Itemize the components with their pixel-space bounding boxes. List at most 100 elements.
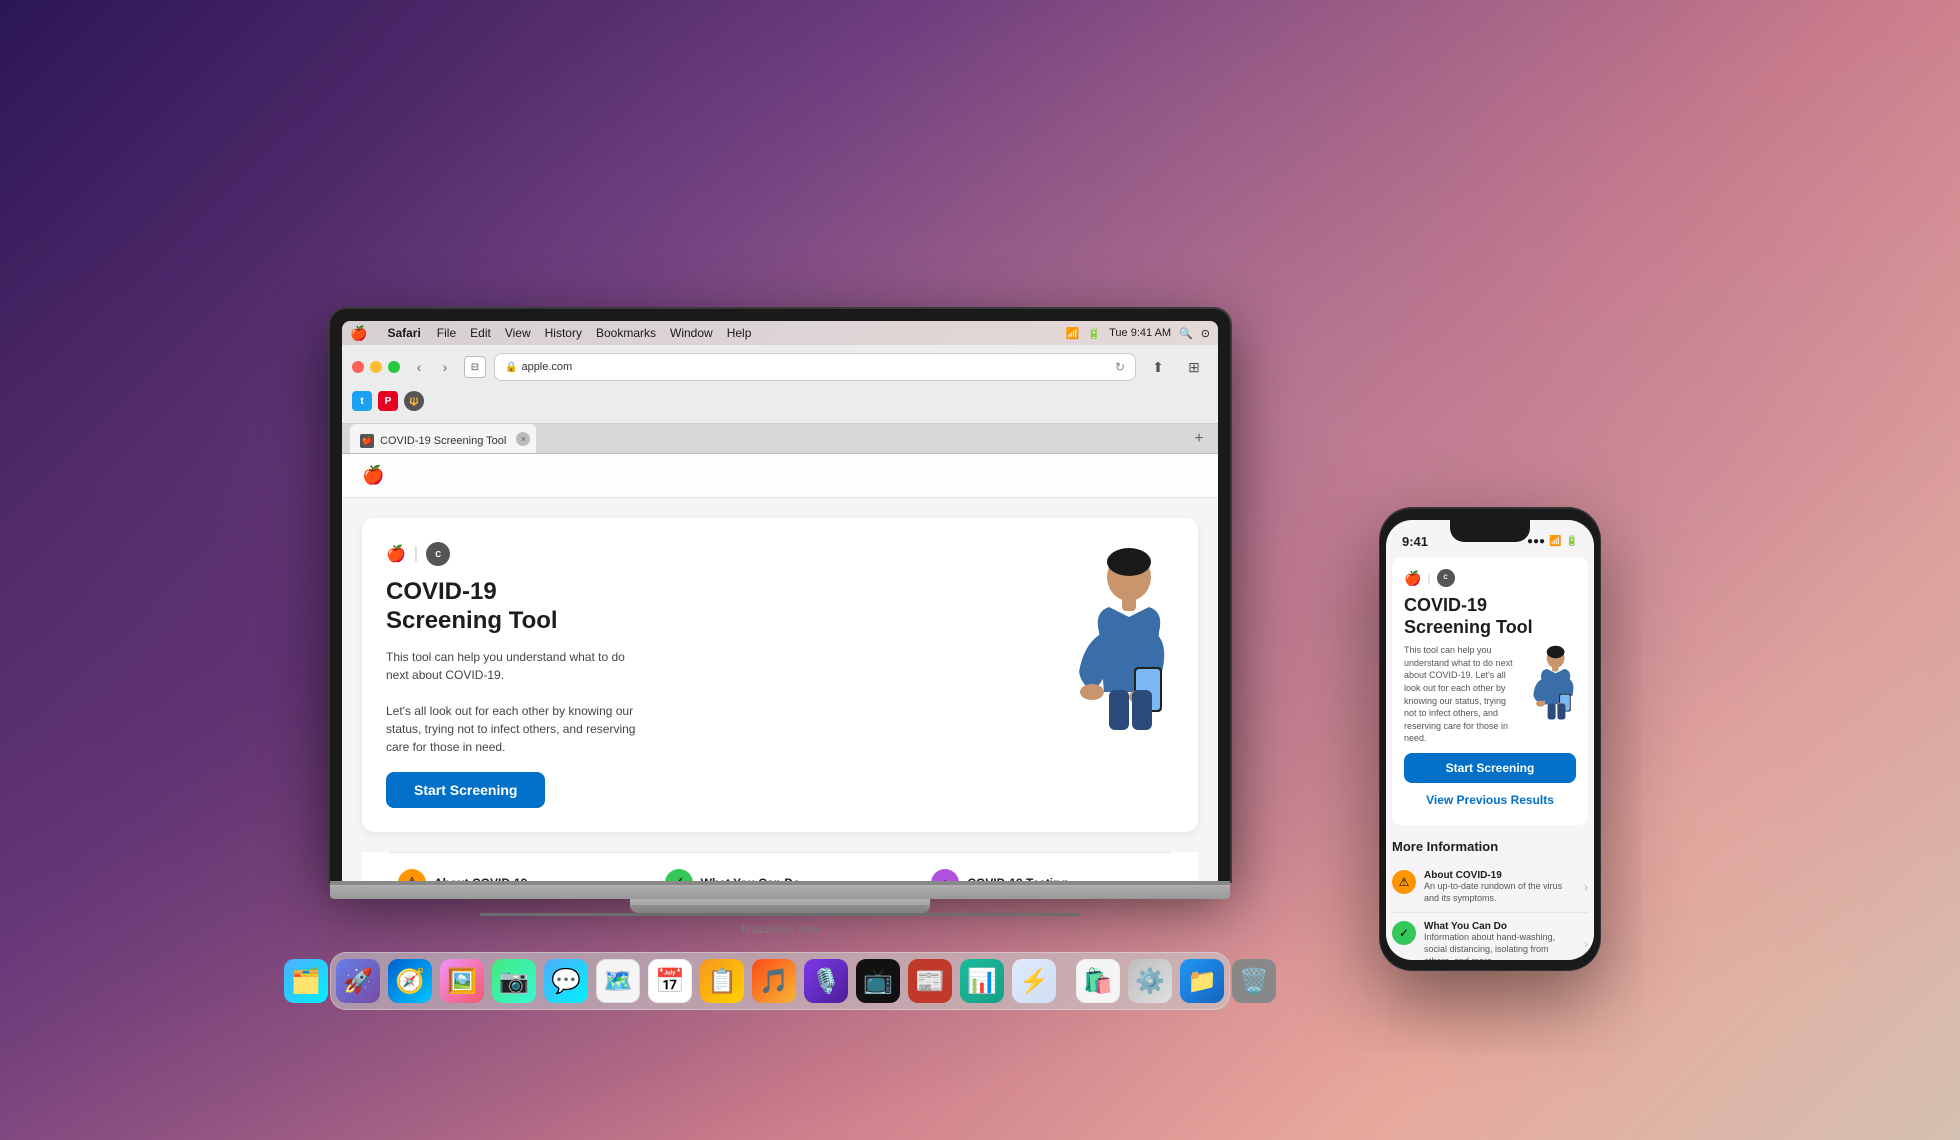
safari-menu-item[interactable]: Safari <box>387 326 420 340</box>
tab-close-button[interactable]: × <box>516 432 530 446</box>
maximize-button[interactable] <box>388 361 400 373</box>
hero-logos: 🍎 | C <box>386 542 1024 566</box>
more-info-title: More Information <box>1392 839 1588 854</box>
macbook-hinge <box>330 881 1230 885</box>
address-text[interactable]: apple.com <box>521 361 572 373</box>
iphone-cdc-logo: C <box>1437 569 1455 587</box>
iphone-screen: 9:41 ●●● 📶 🔋 🍎 | C COVID-19Screening Too… <box>1386 520 1594 960</box>
dock-icon-photos[interactable]: 🖼️ <box>440 959 484 1003</box>
dock-icon-finder[interactable]: 🗂️ <box>284 959 328 1003</box>
hero-description: This tool can help you understand what t… <box>386 648 646 756</box>
menu-bar: 🍎 Safari File Edit View History Bookmark… <box>342 321 1218 345</box>
iphone-time: 9:41 <box>1402 534 1428 549</box>
dock-icon-appstore[interactable]: 🛍️ <box>1076 959 1120 1003</box>
more-info-item-desc-0: An up-to-date rundown of the virus and i… <box>1424 881 1576 904</box>
new-tab-from-bar[interactable]: ⊞ <box>1180 353 1208 381</box>
pinterest-bookmark[interactable]: P <box>378 391 398 411</box>
address-bar[interactable]: 🔒 apple.com ↻ <box>494 353 1136 381</box>
pipe-divider: | <box>414 545 418 563</box>
website-apple-logo: 🍎 <box>362 465 384 486</box>
iphone-start-screening-button[interactable]: Start Screening <box>1404 753 1576 783</box>
twitter-bookmark[interactable]: t <box>352 391 372 411</box>
iphone-website-content: 🍎 | C COVID-19Screening Tool This tool c… <box>1392 557 1588 825</box>
info-about-header: ⚠ About COVID-19 <box>398 869 629 881</box>
dock-icon-trash[interactable]: 🗑️ <box>1232 959 1276 1003</box>
more-info-text-1: What You Can Do Information about hand-w… <box>1424 921 1576 960</box>
iphone-more-info: More Information ⚠ About COVID-19 An up-… <box>1386 829 1594 960</box>
person-illustration-svg <box>1044 542 1174 742</box>
more-info-item-desc-1: Information about hand-washing, social d… <box>1424 932 1576 960</box>
dock-icon-files[interactable]: 📁 <box>1180 959 1224 1003</box>
apple-menu-icon[interactable]: 🍎 <box>350 325 367 342</box>
wifi-status-icon: 📶 <box>1549 536 1561 547</box>
active-tab[interactable]: 🍎 COVID-19 Screening Tool × <box>350 424 536 453</box>
menu-file[interactable]: File <box>437 326 456 340</box>
dock-icon-news[interactable]: 📰 <box>908 959 952 1003</box>
iphone: 9:41 ●●● 📶 🔋 🍎 | C COVID-19Screening Too… <box>1380 508 1600 970</box>
macbook-base <box>330 881 1230 899</box>
reload-icon[interactable]: ↻ <box>1115 360 1125 374</box>
hero-illustration <box>1044 542 1174 747</box>
iphone-illustration <box>1521 644 1576 729</box>
share-button[interactable]: ⬆ <box>1144 353 1172 381</box>
chevron-icon-1: › <box>1584 937 1588 951</box>
dock-icon-notes[interactable]: 📋 <box>700 959 744 1003</box>
dock-icon-tv[interactable]: 📺 <box>856 959 900 1003</box>
menu-history[interactable]: History <box>545 326 582 340</box>
menu-help[interactable]: Help <box>727 326 752 340</box>
menu-bookmarks[interactable]: Bookmarks <box>596 326 656 340</box>
start-screening-button[interactable]: Start Screening <box>386 772 545 808</box>
more-info-icon-0: ⚠ <box>1392 870 1416 894</box>
signal-icon: ●●● <box>1527 536 1545 547</box>
other-bookmark[interactable]: 🔱 <box>404 391 424 411</box>
dock-icon-messages[interactable]: 💬 <box>544 959 588 1003</box>
website-content: 🍎 🍎 | C <box>342 454 1218 881</box>
start-screening-label: Start Screening <box>414 782 517 798</box>
forward-button[interactable]: › <box>434 356 456 378</box>
hero-apple-logo: 🍎 <box>386 544 406 564</box>
dock-icon-launchpad[interactable]: 🚀 <box>336 959 380 1003</box>
more-info-item-1[interactable]: ✓ What You Can Do Information about hand… <box>1392 913 1588 960</box>
back-button[interactable]: ‹ <box>408 356 430 378</box>
dock-icon-settings[interactable]: ⚙️ <box>1128 959 1172 1003</box>
chevron-icon-0: › <box>1584 880 1588 894</box>
menu-edit[interactable]: Edit <box>470 326 491 340</box>
dock-icon-facetime[interactable]: 📷 <box>492 959 536 1003</box>
macbook-display: 🍎 Safari File Edit View History Bookmark… <box>342 321 1218 881</box>
dock-icon-numbers[interactable]: 📊 <box>960 959 1004 1003</box>
info-sections: ⚠ About COVID-19 An up-to-date rundown o… <box>390 852 1170 881</box>
info-about-covid: ⚠ About COVID-19 An up-to-date rundown o… <box>390 869 637 881</box>
website-nav: 🍎 <box>342 454 1218 498</box>
iphone-notch <box>1450 520 1530 542</box>
safari-toolbar-row: ‹ › ⊟ 🔒 apple.com ↻ <box>352 353 1208 381</box>
iphone-status-icons: ●●● 📶 🔋 <box>1527 536 1578 547</box>
menu-view[interactable]: View <box>505 326 531 340</box>
hero-left: 🍎 | C COVID-19Screening Tool <box>386 542 1024 808</box>
iphone-pipe: | <box>1427 571 1430 585</box>
new-tab-button[interactable]: + <box>1188 428 1210 450</box>
info-testing-header: + COVID-19 Testing <box>931 869 1162 881</box>
search-icon[interactable]: 🔍 <box>1179 327 1193 340</box>
iphone-start-label: Start Screening <box>1446 761 1535 775</box>
macbook: 🍎 Safari File Edit View History Bookmark… <box>330 309 1230 1010</box>
dock-icon-activity[interactable]: ⚡ <box>1012 959 1056 1003</box>
wifi-icon: 📶 <box>1066 327 1080 340</box>
more-info-item-0[interactable]: ⚠ About COVID-19 An up-to-date rundown o… <box>1392 862 1588 913</box>
iphone-view-previous-button[interactable]: View Previous Results <box>1404 787 1576 813</box>
minimize-button[interactable] <box>370 361 382 373</box>
macbook-label: MacBook Pro <box>330 924 1230 936</box>
bookmarks-bar: t P 🔱 <box>352 387 1208 415</box>
dock-icon-music[interactable]: 🎵 <box>752 959 796 1003</box>
dock-icon-podcasts[interactable]: 🎙️ <box>804 959 848 1003</box>
siri-icon[interactable]: ⊙ <box>1201 327 1210 340</box>
dock-icon-calendar[interactable]: 📅 <box>648 959 692 1003</box>
lock-icon: 🔒 <box>505 362 517 373</box>
traffic-lights <box>352 361 400 373</box>
close-button[interactable] <box>352 361 364 373</box>
dock-icon-safari[interactable]: 🧭 <box>388 959 432 1003</box>
safari-toolbar: ‹ › ⊟ 🔒 apple.com ↻ <box>342 345 1218 424</box>
sidebar-toggle[interactable]: ⊟ <box>464 356 486 378</box>
menu-window[interactable]: Window <box>670 326 713 340</box>
dock-icon-maps[interactable]: 🗺️ <box>596 959 640 1003</box>
menu-bar-right: 📶 🔋 Tue 9:41 AM 🔍 ⊙ <box>1066 327 1210 340</box>
